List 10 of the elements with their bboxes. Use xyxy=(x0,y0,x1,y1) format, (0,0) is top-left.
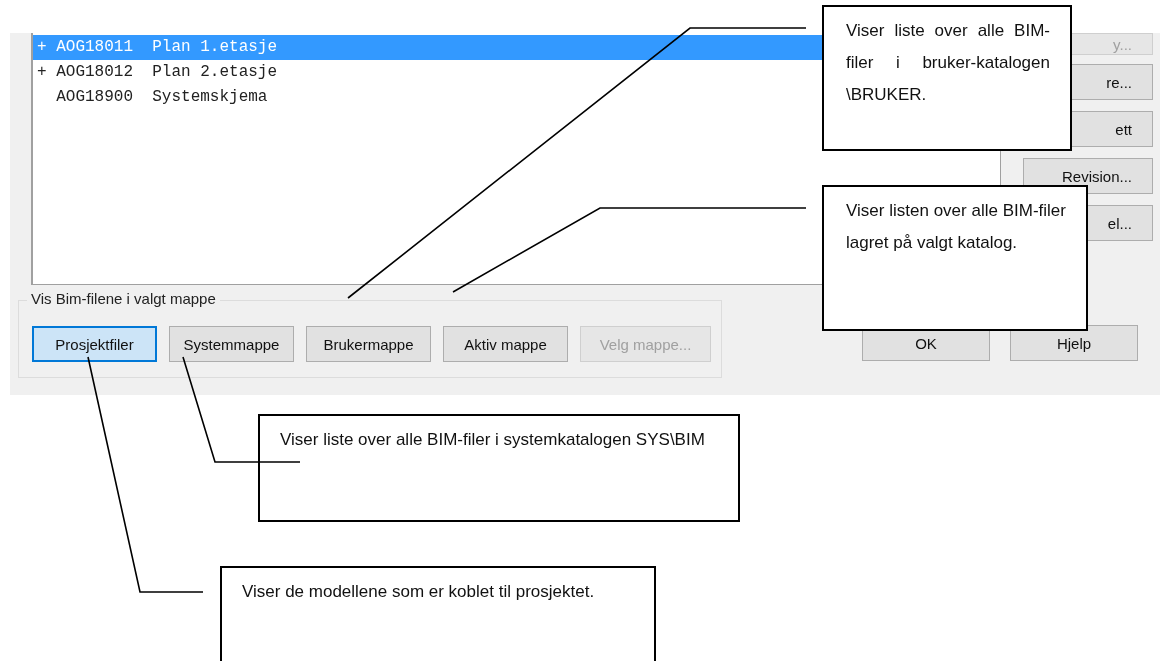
folder-button[interactable]: Aktiv mappe xyxy=(443,326,568,362)
folder-button[interactable]: Brukermappe xyxy=(306,326,431,362)
folder-button[interactable]: Prosjektfiler xyxy=(32,326,157,362)
help-button[interactable]: Hjelp xyxy=(1010,325,1138,361)
callout-tooltip: Viser listen over alle BIM-filer lagret på valgt katalog. xyxy=(822,185,1088,331)
callout-tooltip: Viser liste over alle BIM-filer i bruker-katalogen \BRUKER. xyxy=(822,5,1072,151)
folder-button[interactable]: Systemmappe xyxy=(169,326,294,362)
group-title: Vis Bim-filene i valgt mappe xyxy=(27,290,220,307)
callout-tooltip: Viser liste over alle BIM-filer i systemkatalogen SYS\BIM xyxy=(258,414,740,522)
callout-tooltip: Viser de modellene som er koblet til prosjektet. xyxy=(220,566,656,661)
